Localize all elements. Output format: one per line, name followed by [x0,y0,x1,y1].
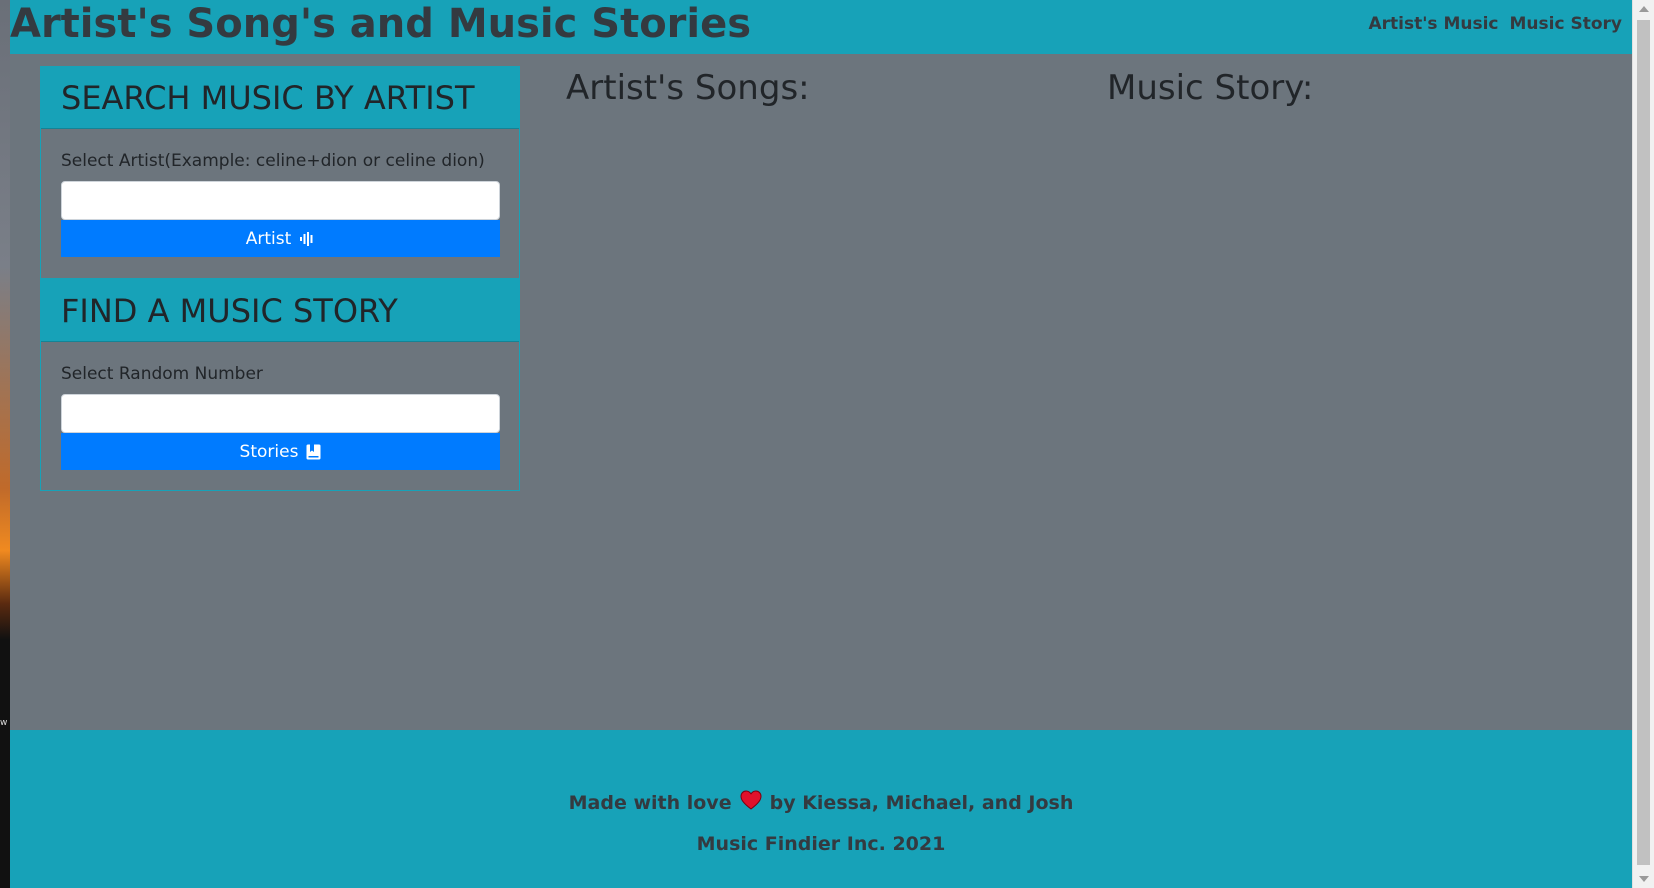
search-artist-card-header: SEARCH MUSIC BY ARTIST [41,67,519,129]
footer-authors: by Kiessa, Michael, and Josh [769,791,1074,814]
page: Artist's Song's and Music Stories Artist… [10,0,1632,888]
journal-bookmark-icon [306,444,321,460]
music-story-card: FIND A MUSIC STORY Select Random Number … [40,279,520,491]
search-artist-card-body: Select Artist(Example: celine+dion or ce… [41,129,519,277]
nav-link-music-story[interactable]: Music Story [1510,14,1622,34]
soundwave-icon [299,231,315,247]
search-artist-title: SEARCH MUSIC BY ARTIST [61,79,475,117]
music-story-card-header: FIND A MUSIC STORY [41,280,519,342]
scroll-up-icon[interactable] [1639,6,1649,12]
artist-songs-heading: Artist's Songs: [566,68,810,108]
stories-button-label: Stories [239,441,299,462]
artist-button-label: Artist [245,228,292,249]
heart-icon [740,790,762,815]
artist-search-button[interactable]: Artist [61,220,500,257]
scrollbar-thumb[interactable] [1637,20,1650,865]
desktop-edge: w [0,0,10,888]
site-header: Artist's Song's and Music Stories Artist… [10,0,1632,54]
site-title: Artist's Song's and Music Stories [10,1,752,47]
artist-field-label: Select Artist(Example: celine+dion or ce… [61,151,485,171]
random-number-label: Select Random Number [61,364,263,384]
random-number-input[interactable] [61,394,500,433]
footer-copyright: Music Findier Inc. 2021 [696,833,946,855]
nav-link-artists-music[interactable]: Artist's Music [1368,14,1498,34]
search-artist-card: SEARCH MUSIC BY ARTIST Select Artist(Exa… [40,66,520,279]
music-story-title: FIND A MUSIC STORY [61,292,398,330]
music-story-heading: Music Story: [1107,68,1314,108]
footer-credits: Made with love by Kiessa, Michael, and J… [10,790,1632,815]
music-story-card-body: Select Random Number Stories [41,342,519,490]
vertical-scrollbar[interactable] [1632,0,1654,888]
site-footer: Made with love by Kiessa, Michael, and J… [10,730,1632,888]
scroll-down-icon[interactable] [1639,876,1649,882]
stories-button[interactable]: Stories [61,433,500,470]
desktop-edge-glyph: w [0,718,8,728]
artist-input[interactable] [61,181,500,220]
footer-made-with: Made with love [568,791,732,814]
top-nav: Artist's Music Music Story [1368,14,1622,34]
